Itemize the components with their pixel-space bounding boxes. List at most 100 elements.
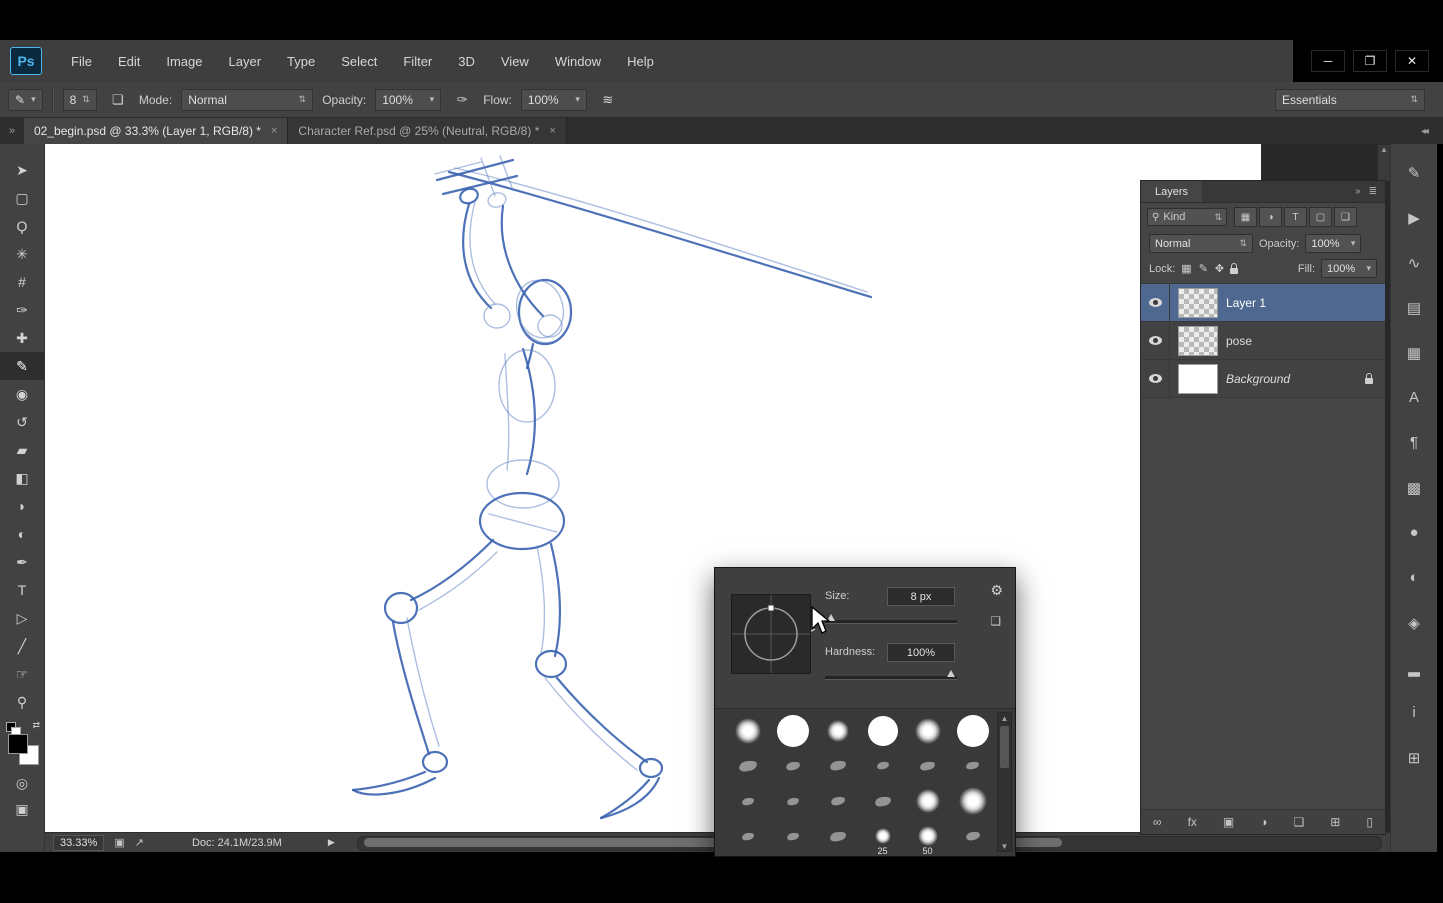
dock-panel-icon[interactable]: ⊞: [1391, 735, 1437, 780]
brush-preset[interactable]: [815, 748, 860, 783]
presets-scrollbar[interactable]: ▲ ▼: [997, 712, 1012, 852]
menu-item[interactable]: Select: [328, 40, 390, 82]
tool-button[interactable]: T: [0, 576, 44, 604]
layer-blend-mode-dropdown[interactable]: Normal ⇅: [1149, 234, 1253, 253]
layers-panel-tab[interactable]: Layers: [1141, 181, 1203, 202]
layers-footer-icon[interactable]: ◑: [1260, 815, 1267, 829]
layer-opacity-dropdown[interactable]: 100% ▾: [1305, 234, 1362, 253]
tool-button[interactable]: ✳: [0, 240, 44, 268]
layers-footer-icon[interactable]: ▣: [1223, 815, 1234, 829]
menu-item[interactable]: Window: [542, 40, 614, 82]
lock-option-icon[interactable]: ✥: [1215, 262, 1224, 275]
pressure-opacity-button[interactable]: ✑: [450, 89, 474, 111]
document-canvas[interactable]: [45, 144, 1261, 832]
dock-panel-icon[interactable]: ▂: [1391, 645, 1437, 690]
scroll-down-icon[interactable]: ▼: [1001, 841, 1009, 851]
tool-button[interactable]: ✒: [0, 548, 44, 576]
menu-item[interactable]: Type: [274, 40, 328, 82]
visibility-toggle[interactable]: [1141, 284, 1170, 321]
dock-panel-icon[interactable]: ✎: [1391, 150, 1437, 195]
tool-button[interactable]: ✚: [0, 324, 44, 352]
dock-panel-icon[interactable]: ▩: [1391, 465, 1437, 510]
close-icon[interactable]: ×: [549, 125, 555, 137]
panel-menu-icon[interactable]: ≣: [1369, 186, 1377, 197]
tool-button[interactable]: ◧: [0, 464, 44, 492]
dock-panel-icon[interactable]: A: [1391, 375, 1437, 420]
hardness-field[interactable]: 100%: [887, 643, 955, 662]
brush-preset[interactable]: [815, 784, 860, 819]
brush-preset[interactable]: [770, 819, 815, 854]
tool-button[interactable]: ☞: [0, 660, 44, 688]
dock-panel-icon[interactable]: ◈: [1391, 600, 1437, 645]
menu-item[interactable]: View: [488, 40, 542, 82]
document-tab[interactable]: Character Ref.psd @ 25% (Neutral, RGB/8)…: [288, 118, 567, 144]
zoom-level-field[interactable]: 33.33%: [53, 834, 105, 851]
new-brush-preset-icon[interactable]: ❏: [990, 614, 1001, 628]
brush-preset[interactable]: [905, 748, 950, 783]
slider-handle[interactable]: [827, 614, 835, 621]
share-icon[interactable]: ↗: [135, 836, 144, 849]
dock-panel-icon[interactable]: ◐: [1391, 555, 1437, 600]
brush-preset[interactable]: [815, 819, 860, 854]
tool-button[interactable]: Ϙ: [0, 212, 44, 240]
slider-handle[interactable]: [947, 670, 955, 677]
tool-button[interactable]: #: [0, 268, 44, 296]
menu-item[interactable]: 3D: [445, 40, 488, 82]
brush-preset[interactable]: [905, 784, 950, 819]
tool-button[interactable]: ⚲: [0, 688, 44, 716]
quick-mask-button[interactable]: ◎: [0, 770, 44, 796]
size-slider[interactable]: [825, 614, 957, 624]
layer-fill-dropdown[interactable]: 100% ▾: [1321, 259, 1377, 278]
brush-preset[interactable]: [725, 784, 770, 819]
scroll-up-icon[interactable]: ▲: [1001, 713, 1009, 723]
tool-preset-picker[interactable]: ✎ ▾: [8, 88, 43, 111]
brush-preset[interactable]: [950, 713, 995, 748]
airbrush-button[interactable]: ≋: [596, 89, 620, 111]
tool-button[interactable]: ➤: [0, 156, 44, 184]
brush-preset[interactable]: [860, 713, 905, 748]
brush-preset[interactable]: [770, 748, 815, 783]
tool-button[interactable]: ╱: [0, 632, 44, 660]
vertical-scrollbar[interactable]: ▲: [1377, 144, 1391, 182]
layers-footer-icon[interactable]: ∞: [1153, 815, 1162, 829]
dock-panel-icon[interactable]: ¶: [1391, 420, 1437, 465]
swap-colors-icon[interactable]: ⇄: [32, 720, 40, 731]
workspace-switcher[interactable]: Essentials ⇅: [1275, 88, 1425, 111]
visibility-toggle[interactable]: [1141, 322, 1170, 359]
scrollbar-thumb[interactable]: [1000, 726, 1009, 768]
toggle-brush-panel-button[interactable]: ❏: [106, 89, 130, 111]
window-control-button[interactable]: ❐: [1353, 50, 1387, 72]
layer-row[interactable]: Layer 1: [1141, 284, 1385, 322]
default-colors-icon[interactable]: [6, 722, 21, 737]
filter-type-icon[interactable]: ▢: [1309, 207, 1332, 227]
filter-kind-dropdown[interactable]: ⚲ Kind ⇅: [1147, 208, 1227, 226]
tool-button[interactable]: ▰: [0, 436, 44, 464]
menu-item[interactable]: Help: [614, 40, 667, 82]
layer-thumbnail[interactable]: [1178, 363, 1218, 394]
collapse-chevron-icon[interactable]: »: [0, 118, 24, 144]
hardness-slider[interactable]: [825, 670, 957, 680]
filter-type-icon[interactable]: T: [1284, 207, 1307, 227]
layer-thumbnail[interactable]: [1178, 325, 1218, 356]
brush-preset[interactable]: [950, 784, 995, 819]
tool-button[interactable]: ↺: [0, 408, 44, 436]
tool-button[interactable]: ▢: [0, 184, 44, 212]
opacity-dropdown[interactable]: 100% ▾: [375, 88, 442, 111]
brush-preset[interactable]: [770, 713, 815, 748]
foreground-color-swatch[interactable]: [8, 734, 28, 754]
collapse-chevron-icon[interactable]: »: [1355, 186, 1361, 197]
menu-item[interactable]: Edit: [105, 40, 153, 82]
dock-panel-icon[interactable]: ∿: [1391, 240, 1437, 285]
expand-panels-chevron-icon[interactable]: ◂◂: [1421, 126, 1429, 137]
tool-button[interactable]: ◉: [0, 380, 44, 408]
tool-button[interactable]: ✎: [0, 352, 44, 380]
close-icon[interactable]: ×: [271, 125, 277, 137]
window-control-button[interactable]: ─: [1311, 50, 1345, 72]
menu-item[interactable]: Layer: [216, 40, 275, 82]
lock-all-icon[interactable]: [1230, 262, 1239, 274]
layers-footer-icon[interactable]: ❏: [1294, 815, 1305, 829]
dock-panel-icon[interactable]: ▦: [1391, 330, 1437, 375]
menu-item[interactable]: File: [58, 40, 105, 82]
gear-icon[interactable]: ⚙: [990, 582, 1003, 599]
brush-preset[interactable]: [905, 713, 950, 748]
